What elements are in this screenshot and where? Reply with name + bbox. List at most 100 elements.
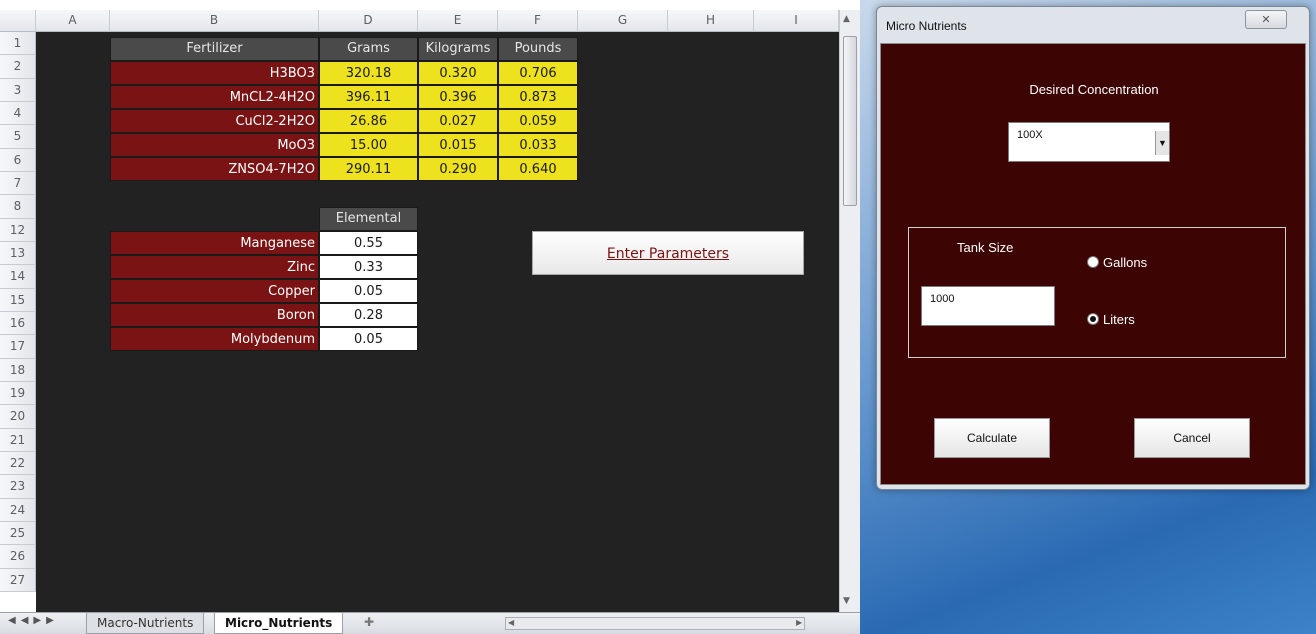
element-name-cell[interactable]: Boron	[110, 303, 319, 327]
column-header-a[interactable]: A	[36, 10, 110, 32]
row-header[interactable]: 27	[0, 568, 36, 592]
grams-cell[interactable]: 320.18	[319, 61, 418, 85]
row-header[interactable]: 5	[0, 125, 36, 149]
column-header-e[interactable]: E	[418, 10, 498, 32]
scroll-left-icon[interactable]: ◀	[508, 618, 514, 627]
grams-cell[interactable]: 290.11	[319, 157, 418, 181]
scroll-right-icon[interactable]: ▶	[796, 618, 802, 627]
insert-sheet-icon[interactable]: ✚	[364, 615, 374, 629]
elemental-value-cell[interactable]: 0.05	[319, 279, 418, 303]
kilograms-cell[interactable]: 0.290	[418, 157, 498, 181]
kilograms-cell[interactable]: 0.396	[418, 85, 498, 109]
row-header[interactable]: 25	[0, 521, 36, 546]
gallons-label: Gallons	[1103, 255, 1148, 270]
column-header-i[interactable]: I	[754, 10, 839, 32]
fertilizer-name-cell[interactable]: CuCl2-2H2O	[110, 109, 319, 133]
row-header[interactable]: 3	[0, 78, 36, 102]
chevron-down-icon[interactable]: ▼	[1155, 131, 1169, 155]
tank-size-input[interactable]: 1000	[921, 286, 1055, 326]
vertical-scrollbar[interactable]: ▲ ▼	[839, 10, 860, 612]
calculate-button[interactable]: Calculate	[934, 418, 1050, 458]
row-header[interactable]: 12	[0, 218, 36, 242]
row-header[interactable]: 2	[0, 55, 36, 79]
row-header[interactable]: 18	[0, 358, 36, 382]
row-header[interactable]: 19	[0, 381, 36, 406]
tab-macro-nutrients[interactable]: Macro-Nutrients	[86, 613, 205, 634]
horizontal-scrollbar[interactable]: ◀ ▶	[505, 617, 805, 630]
tab-navigation-icon[interactable]: ◀◀▶▶	[8, 615, 59, 626]
spreadsheet-window: A B D E F G H I 1 2 3 4 5 6 7 8 12 13 14 15 16 17 18 19…	[0, 0, 860, 634]
liters-radio[interactable]	[1087, 313, 1099, 325]
grams-cell[interactable]: 26.86	[319, 109, 418, 133]
element-name-cell[interactable]: Zinc	[110, 255, 319, 279]
kilograms-cell[interactable]: 0.320	[418, 61, 498, 85]
sheet-tab-bar: ◀◀▶▶ Macro-Nutrients Micro_Nutrients ✚ ◀…	[0, 612, 860, 634]
elemental-value-cell[interactable]: 0.33	[319, 255, 418, 279]
dialog-body: Desired Concentration 100X ▼ Tank Size 1…	[880, 43, 1306, 485]
row-header[interactable]: 15	[0, 288, 36, 312]
desired-concentration-label: Desired Concentration	[1029, 82, 1159, 97]
elemental-value-cell[interactable]: 0.55	[319, 231, 418, 255]
row-header[interactable]: 21	[0, 428, 36, 452]
dialog-title: Micro Nutrients	[886, 19, 967, 33]
element-name-cell[interactable]: Manganese	[110, 231, 319, 255]
scroll-up-icon[interactable]: ▲	[843, 14, 850, 24]
fertilizer-header[interactable]: Fertilizer	[110, 37, 319, 61]
fertilizer-name-cell[interactable]: H3BO3	[110, 61, 319, 85]
fertilizer-name-cell[interactable]: ZNSO4-7H2O	[110, 157, 319, 181]
pounds-cell[interactable]: 0.033	[498, 133, 578, 157]
row-header[interactable]: 20	[0, 405, 36, 429]
cancel-button[interactable]: Cancel	[1134, 418, 1250, 458]
column-header-f[interactable]: F	[498, 10, 578, 32]
enter-parameters-button[interactable]: Enter Parameters	[532, 231, 804, 275]
row-header[interactable]: 6	[0, 148, 36, 172]
row-header[interactable]: 17	[0, 335, 36, 359]
tab-micro-nutrients[interactable]: Micro_Nutrients	[214, 613, 344, 634]
close-icon: ✕	[1261, 13, 1271, 26]
tank-size-frame: Tank Size 1000 Gallons Liters	[908, 227, 1286, 358]
row-header[interactable]: 16	[0, 311, 36, 336]
grams-cell[interactable]: 396.11	[319, 85, 418, 109]
tank-size-label: Tank Size	[957, 240, 1014, 255]
row-header[interactable]: 14	[0, 265, 36, 289]
grams-cell[interactable]: 15.00	[319, 133, 418, 157]
row-header[interactable]: 24	[0, 498, 36, 522]
fertilizer-name-cell[interactable]: MoO3	[110, 133, 319, 157]
row-header[interactable]: 8	[0, 195, 36, 219]
scroll-thumb[interactable]	[843, 36, 857, 206]
pounds-cell[interactable]: 0.059	[498, 109, 578, 133]
column-header-g[interactable]: G	[578, 10, 668, 32]
row-header[interactable]: 26	[0, 545, 36, 569]
elemental-header[interactable]: Elemental	[319, 207, 418, 231]
kilograms-cell[interactable]: 0.027	[418, 109, 498, 133]
close-button[interactable]: ✕	[1245, 10, 1287, 29]
fertilizer-name-cell[interactable]: MnCL2-4H2O	[110, 85, 319, 109]
kilograms-header[interactable]: Kilograms	[418, 37, 498, 61]
column-header-b[interactable]: B	[110, 10, 319, 32]
pounds-cell[interactable]: 0.640	[498, 157, 578, 181]
liters-label: Liters	[1103, 312, 1135, 327]
element-name-cell[interactable]: Copper	[110, 279, 319, 303]
element-name-cell[interactable]: Molybdenum	[110, 327, 319, 351]
pounds-cell[interactable]: 0.706	[498, 61, 578, 85]
concentration-dropdown[interactable]: 100X ▼	[1008, 122, 1170, 162]
concentration-value: 100X	[1017, 129, 1043, 141]
micro-nutrients-dialog: Micro Nutrients ✕ Desired Concentration …	[876, 6, 1310, 490]
elemental-value-cell[interactable]: 0.05	[319, 327, 418, 351]
kilograms-cell[interactable]: 0.015	[418, 133, 498, 157]
select-all-corner[interactable]	[0, 10, 36, 32]
gallons-radio[interactable]	[1087, 256, 1099, 268]
row-header[interactable]: 7	[0, 171, 36, 196]
pounds-header[interactable]: Pounds	[498, 37, 578, 61]
column-header-h[interactable]: H	[668, 10, 754, 32]
elemental-value-cell[interactable]: 0.28	[319, 303, 418, 327]
row-header[interactable]: 1	[0, 32, 36, 56]
row-header[interactable]: 13	[0, 241, 36, 266]
scroll-down-icon[interactable]: ▼	[843, 596, 850, 606]
row-header[interactable]: 22	[0, 451, 36, 476]
row-header[interactable]: 4	[0, 101, 36, 126]
pounds-cell[interactable]: 0.873	[498, 85, 578, 109]
grams-header[interactable]: Grams	[319, 37, 418, 61]
column-header-d[interactable]: D	[319, 10, 418, 32]
row-header[interactable]: 23	[0, 475, 36, 499]
